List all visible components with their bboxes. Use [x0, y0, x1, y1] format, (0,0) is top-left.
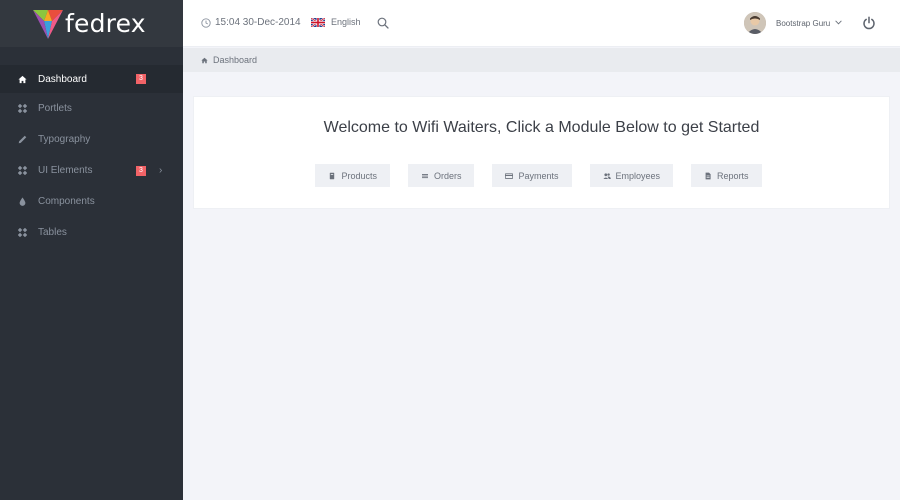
- user-menu[interactable]: Bootstrap Guru: [744, 12, 842, 34]
- search-icon: [377, 17, 389, 29]
- pencil-icon: [18, 135, 27, 144]
- brand-name: fedrex: [65, 9, 146, 38]
- welcome-panel: Welcome to Wifi Waiters, Click a Module …: [193, 96, 890, 209]
- logout-button[interactable]: [862, 16, 876, 30]
- chevron-down-icon: [835, 19, 842, 27]
- sidebar-item-typography[interactable]: Typography: [0, 124, 183, 155]
- sidebar: fedrex Dashboard 3 Portlets Typography U…: [0, 0, 183, 500]
- app-window: fedrex Dashboard 3 Portlets Typography U…: [0, 0, 900, 500]
- grid-icon: [18, 104, 27, 113]
- brand-logo[interactable]: fedrex: [0, 0, 183, 47]
- module-label: Payments: [518, 170, 559, 181]
- power-icon: [863, 16, 875, 30]
- language-label: English: [331, 17, 361, 27]
- uk-flag-icon: [311, 17, 325, 27]
- home-icon: [201, 57, 208, 63]
- sidebar-item-components[interactable]: Components: [0, 186, 183, 217]
- reports-button[interactable]: Reports: [691, 164, 762, 187]
- box-icon: [328, 172, 336, 180]
- module-label: Reports: [717, 170, 749, 181]
- payments-button[interactable]: Payments: [492, 164, 572, 187]
- module-buttons: Products Orders Payments Employees Repor…: [194, 164, 889, 187]
- ui-elements-badge: 3: [136, 165, 146, 176]
- orders-button[interactable]: Orders: [407, 164, 475, 187]
- sidebar-item-label: Typography: [38, 134, 91, 145]
- avatar: [744, 12, 766, 34]
- sidebar-item-ui-elements[interactable]: UI Elements 3 ›: [0, 155, 183, 186]
- language-selector[interactable]: English: [311, 17, 361, 27]
- breadcrumb-current[interactable]: Dashboard: [213, 55, 257, 65]
- sidebar-item-label: UI Elements: [38, 165, 93, 176]
- user-avatar-icon: [744, 12, 766, 34]
- clock-icon: [201, 17, 211, 28]
- user-name: Bootstrap Guru: [776, 18, 831, 28]
- grid-icon: [18, 166, 27, 175]
- logo-mark-icon: [33, 9, 63, 39]
- document-icon: [704, 172, 712, 180]
- list-icon: [421, 172, 429, 180]
- sidebar-item-tables[interactable]: Tables: [0, 217, 183, 248]
- sidebar-nav: Dashboard 3 Portlets Typography UI Eleme…: [0, 47, 183, 248]
- users-icon: [602, 172, 611, 180]
- search-button[interactable]: [377, 17, 389, 29]
- sidebar-item-label: Components: [38, 196, 95, 207]
- module-label: Orders: [433, 170, 462, 181]
- clock-text: 15:04 30-Dec-2014: [215, 17, 301, 28]
- page-title: Welcome to Wifi Waiters, Click a Module …: [323, 119, 760, 136]
- sidebar-item-portlets[interactable]: Portlets: [0, 93, 183, 124]
- sidebar-item-dashboard[interactable]: Dashboard 3: [0, 65, 183, 93]
- sidebar-item-label: Dashboard: [38, 73, 87, 85]
- home-icon: [18, 75, 27, 84]
- products-button[interactable]: Products: [315, 164, 390, 187]
- breadcrumb: Dashboard: [183, 48, 900, 72]
- top-header: 15:04 30-Dec-2014 English Bootstrap Guru: [183, 0, 900, 47]
- clock: 15:04 30-Dec-2014: [201, 17, 301, 28]
- dashboard-badge: 3: [136, 74, 146, 84]
- module-label: Employees: [615, 170, 661, 181]
- chevron-right-icon[interactable]: ›: [159, 165, 162, 177]
- sidebar-item-label: Portlets: [38, 103, 72, 114]
- grid-icon: [18, 228, 27, 237]
- sidebar-item-label: Tables: [38, 227, 67, 238]
- drop-icon: [18, 197, 27, 206]
- module-label: Products: [341, 170, 377, 181]
- card-icon: [505, 172, 514, 180]
- employees-button[interactable]: Employees: [589, 164, 674, 187]
